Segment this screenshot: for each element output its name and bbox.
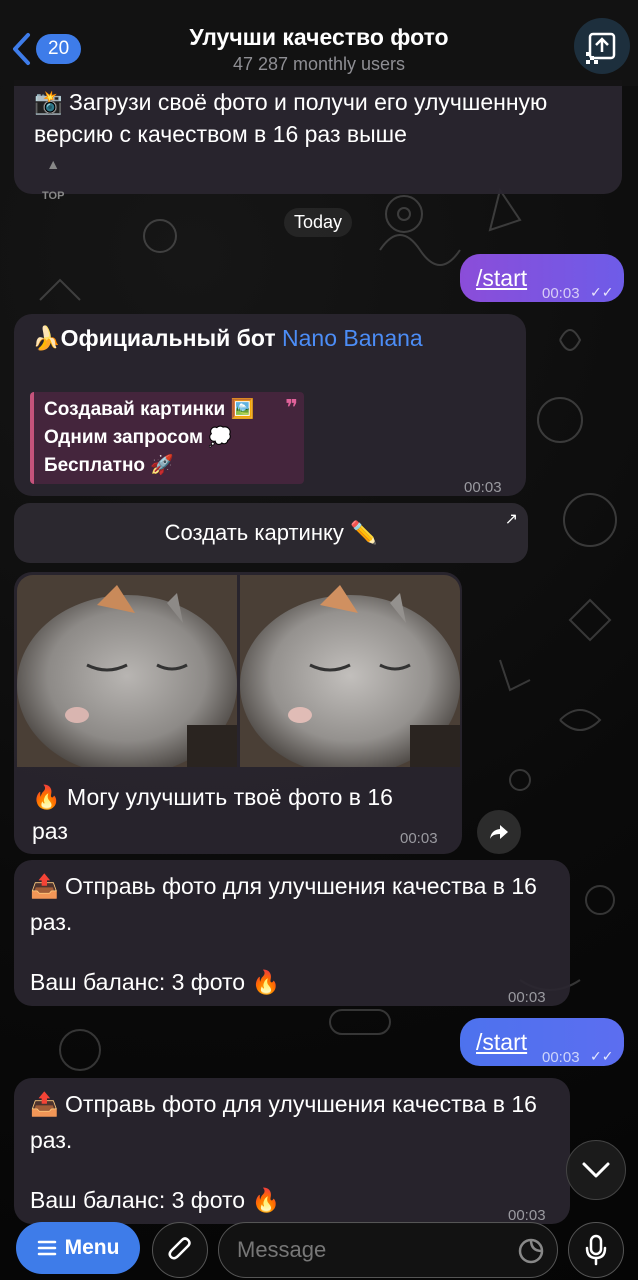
message-time: 00:03 (542, 285, 580, 302)
quote-icon: ❞ (285, 395, 298, 420)
forward-button[interactable] (477, 810, 521, 854)
message-time: 00:03 (508, 989, 546, 1006)
quote-line: Одним запросом 💭 (44, 427, 232, 448)
chat-title[interactable]: Улучши качество фото (0, 24, 638, 51)
read-checks-icon: ✓✓ (590, 1048, 614, 1064)
chevron-down-icon (582, 1162, 610, 1178)
message-input[interactable]: Message (218, 1222, 558, 1278)
share-arrow-icon (490, 825, 508, 839)
message-time: 00:03 (400, 830, 438, 847)
read-checks-icon: ✓✓ (590, 284, 614, 300)
cat-photo-before[interactable] (17, 575, 237, 767)
message-time: 00:03 (542, 1049, 580, 1066)
attach-button[interactable] (152, 1222, 208, 1278)
message-text: 📸 Загрузи своё фото и получи его улучшен… (34, 89, 548, 147)
paperclip-icon (168, 1237, 191, 1260)
message-time: 00:03 (464, 479, 502, 496)
message-text: 📤 Отправь фото для улучшения качества в … (30, 1091, 537, 1153)
date-separator: Today (284, 208, 353, 237)
create-image-button[interactable]: Создать картинку ✏️ ↗ (14, 503, 528, 563)
message-text: 📤 Отправь фото для улучшения качества в … (30, 873, 537, 935)
cat-photo-after[interactable] (240, 575, 460, 767)
upscale-logo-icon (586, 32, 616, 64)
photo-caption: 🔥 Могу улучшить твоё фото в 16 раз (32, 784, 393, 844)
command-link[interactable]: /start (476, 262, 527, 294)
balance-text: Ваш баланс: 3 фото 🔥 (30, 1187, 281, 1213)
quote-line: Создавай картинки 🖼️ (44, 399, 255, 420)
pinned-message-bubble: 📸 Загрузи своё фото и получи его улучшен… (14, 80, 622, 202)
outgoing-message: /start 00:03 ✓✓ (460, 254, 624, 302)
top-sticker: ▲ TOP (42, 148, 64, 212)
chat-header: 20 Улучши качество фото 47 287 monthly u… (0, 0, 638, 86)
promo-quote: Создавай картинки 🖼️ Одним запросом 💭 Бе… (30, 392, 304, 484)
promo-title: 🍌Официальный бот Nano Banana (32, 325, 423, 351)
composer-bar: Menu Message (0, 1214, 638, 1280)
balance-text: Ваш баланс: 3 фото 🔥 (30, 969, 281, 995)
bot-avatar[interactable] (574, 18, 630, 74)
chat-subtitle: 47 287 monthly users (232, 54, 406, 74)
banana-icon: 🍌 (32, 325, 61, 351)
scroll-to-bottom-button[interactable] (566, 1140, 626, 1200)
bot-message: 📤 Отправь фото для улучшения качества в … (14, 860, 570, 1006)
hamburger-icon (37, 1240, 56, 1256)
sticker-icon[interactable] (517, 1237, 545, 1265)
microphone-icon (585, 1234, 607, 1266)
command-link[interactable]: /start (476, 1026, 527, 1058)
outgoing-message: /start 00:03 ✓✓ (460, 1018, 624, 1066)
brand-link[interactable]: Nano Banana (282, 325, 423, 351)
microphone-button[interactable] (568, 1222, 624, 1278)
bot-message: 📤 Отправь фото для улучшения качества в … (14, 1078, 570, 1224)
menu-button[interactable]: Menu (16, 1222, 140, 1274)
external-link-icon: ↗ (504, 511, 518, 528)
quote-line: Бесплатно 🚀 (44, 455, 174, 476)
up-arrow-icon: ▲ (46, 156, 61, 172)
